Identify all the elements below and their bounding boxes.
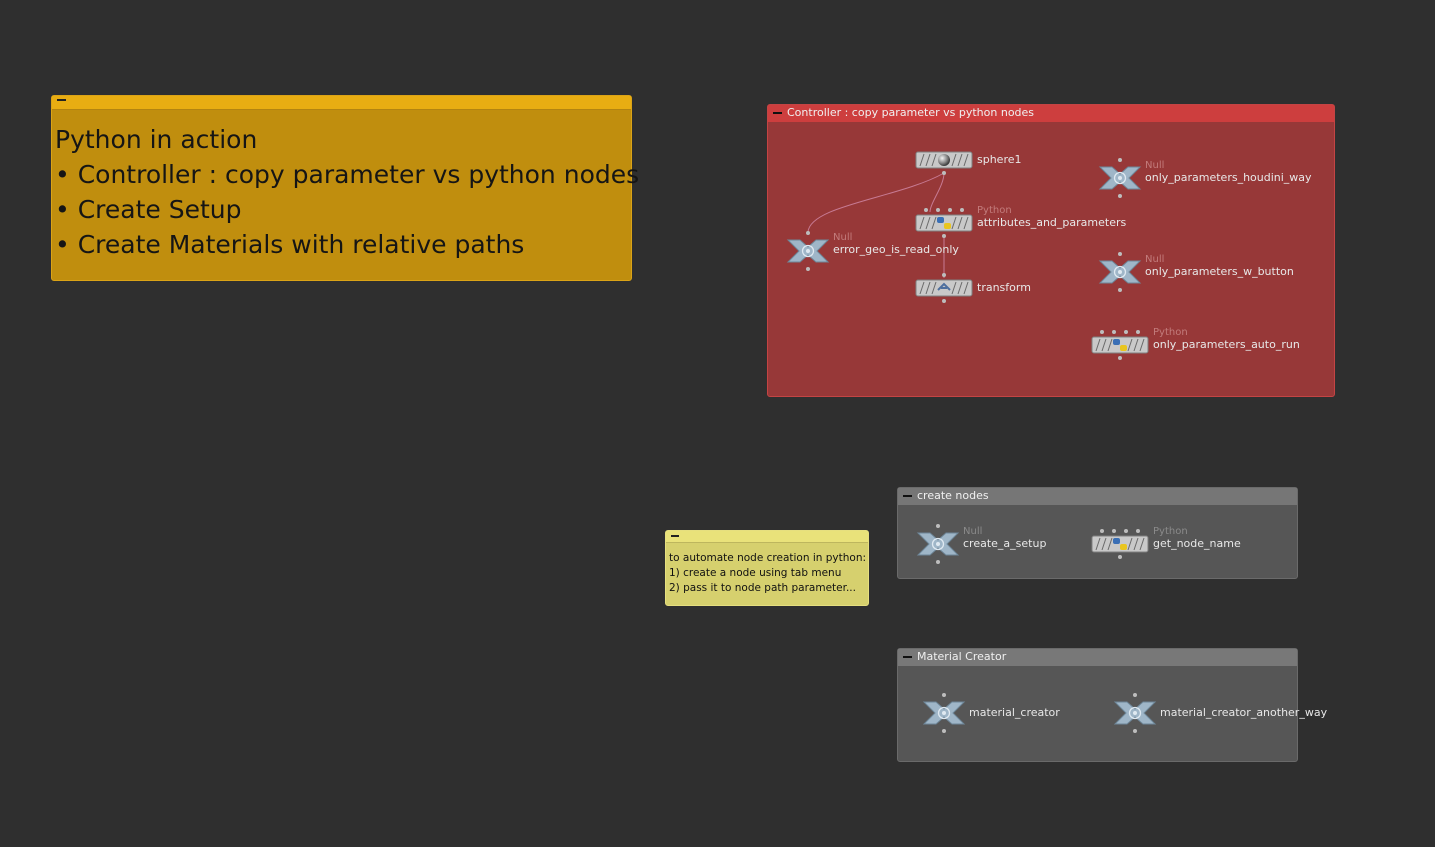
node-material-creator[interactable] [923, 692, 965, 734]
node-type-label: Python [1153, 327, 1188, 338]
node-label: error_geo_is_read_only [833, 243, 959, 256]
node-type-label: Null [833, 232, 853, 243]
node-only-parameters-houdini-way[interactable] [1099, 157, 1141, 199]
node-graph [787, 151, 1156, 734]
node-label: material_creator_another_way [1160, 706, 1328, 719]
node-error-geo-is-read-only[interactable] [787, 230, 829, 272]
node-only-parameters-auto-run[interactable] [1092, 330, 1148, 360]
node-material-creator-another-way[interactable] [1114, 692, 1156, 734]
node-only-parameters-w-button[interactable] [1099, 251, 1141, 293]
node-label: create_a_setup [963, 537, 1047, 550]
node-type-label: Python [1153, 526, 1188, 537]
node-label: only_parameters_w_button [1145, 265, 1294, 278]
node-label: transform [977, 281, 1031, 294]
node-attributes-and-parameters[interactable] [916, 208, 972, 238]
node-get-node-name[interactable] [1092, 529, 1148, 559]
node-type-label: Null [1145, 160, 1165, 171]
node-label: material_creator [969, 706, 1060, 719]
node-label: attributes_and_parameters [977, 216, 1127, 229]
node-type-label: Null [1145, 254, 1165, 265]
sphere-icon [938, 154, 950, 166]
node-label: get_node_name [1153, 537, 1241, 550]
node-type-label: Python [977, 205, 1012, 216]
node-type-label: Null [963, 526, 983, 537]
node-sphere1[interactable] [915, 151, 973, 176]
node-label: only_parameters_auto_run [1153, 338, 1300, 351]
node-create-a-setup[interactable] [917, 523, 959, 565]
node-label: sphere1 [977, 153, 1022, 166]
node-label: only_parameters_houdini_way [1145, 171, 1312, 184]
